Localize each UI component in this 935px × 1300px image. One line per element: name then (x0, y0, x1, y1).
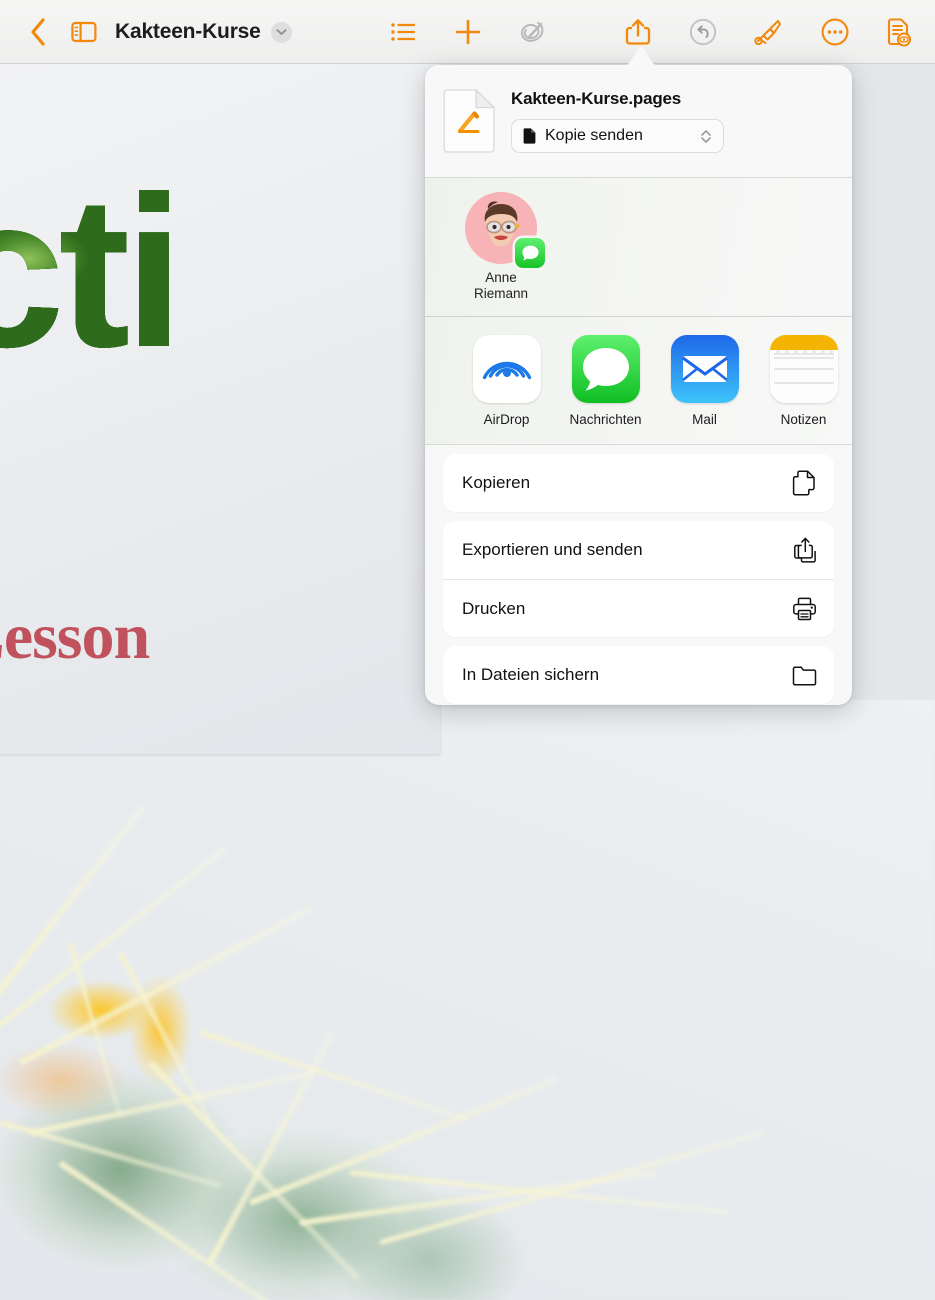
action-label: Kopieren (462, 473, 531, 492)
page-title: Kakteen-Kurse (115, 20, 261, 43)
document-subheadline: e Lesson (0, 600, 150, 673)
bullet-list-icon (391, 23, 416, 41)
share-sheet-popover: Kakteen-Kurse.pages Kopie senden Anne Ri… (425, 65, 852, 705)
popover-arrow (622, 47, 660, 67)
messages-icon (571, 335, 640, 403)
document-icon (523, 128, 536, 144)
folder-icon (791, 662, 817, 688)
action-group: Kopieren (443, 454, 834, 512)
action-row-drucken[interactable]: Drucken (443, 579, 834, 637)
share-up-arrow-icon (625, 19, 651, 45)
action-row-exportieren-und-senden[interactable]: Exportieren und senden (443, 521, 834, 579)
share-app-airdrop[interactable]: AirDrop (457, 335, 556, 427)
share-app-notes[interactable]: Notizen (754, 335, 852, 427)
share-apps-row: AirDrop Nachrichten Mail Notizen (425, 317, 852, 445)
document-eye-icon (887, 18, 911, 47)
share-app-label: Notizen (780, 412, 827, 427)
paintbrush-icon (754, 20, 781, 46)
back-button[interactable] (16, 0, 60, 64)
action-row-in-dateien-sichern[interactable]: In Dateien sichern (443, 646, 834, 704)
airdrop-icon (472, 335, 541, 403)
pages-app-window: cti e Lesson Kakteen-Kurse (0, 0, 935, 1300)
action-row-kopieren[interactable]: Kopieren (443, 454, 834, 512)
document-title-button[interactable]: Kakteen-Kurse (115, 0, 292, 64)
mail-icon (670, 335, 739, 403)
contact-last-name: Riemann (473, 285, 529, 301)
share-sheet-header: Kakteen-Kurse.pages Kopie senden (425, 65, 852, 178)
scribble-pen-icon (520, 22, 544, 42)
document-options-button[interactable] (876, 0, 920, 64)
up-down-chevron-icon (701, 129, 711, 143)
format-button[interactable] (745, 0, 789, 64)
copy-icon (791, 470, 817, 496)
contact-name: Anne Riemann (474, 270, 528, 302)
insert-button[interactable] (446, 0, 490, 64)
action-group: In Dateien sichern (443, 646, 834, 704)
sidebar-toggle-button[interactable] (62, 0, 106, 64)
action-label: Exportieren und senden (462, 540, 643, 559)
printer-icon (791, 596, 817, 622)
send-option-picker[interactable]: Kopie senden (511, 119, 724, 153)
share-app-label: Mail (692, 412, 717, 427)
action-label: In Dateien sichern (462, 665, 600, 684)
export-share-icon (791, 537, 817, 563)
undo-arrow-icon (689, 18, 717, 46)
chevron-down-icon[interactable] (270, 21, 292, 43)
action-label: Drucken (462, 598, 526, 618)
pages-document-icon (443, 89, 495, 153)
sidebar-icon (71, 21, 97, 43)
back-chevron-icon (31, 18, 45, 46)
share-app-label: AirDrop (483, 412, 530, 427)
app-toolbar: Kakteen-Kurse (0, 0, 935, 64)
plus-icon (455, 19, 481, 45)
document-headline: cti (0, 164, 178, 379)
background-cactus-photo (0, 700, 935, 1300)
share-app-label: Nachrichten (569, 412, 642, 427)
contact-suggestion[interactable]: Anne Riemann (453, 192, 549, 302)
action-group: Exportieren und senden Drucken (443, 521, 834, 637)
ellipsis-circle-icon (821, 18, 849, 46)
document-page: cti e Lesson (0, 64, 440, 754)
notes-icon (769, 335, 838, 403)
send-option-label: Kopie senden (545, 127, 643, 144)
list-view-button[interactable] (381, 0, 425, 64)
annotate-button[interactable] (510, 0, 554, 64)
share-contacts-row: Anne Riemann (425, 178, 852, 317)
undo-button[interactable] (681, 0, 725, 64)
share-app-messages[interactable]: Nachrichten (556, 335, 655, 427)
messages-badge-icon (515, 238, 545, 268)
share-file-name: Kakteen-Kurse.pages (511, 89, 682, 108)
more-button[interactable] (813, 0, 857, 64)
contact-first-name: Anne (485, 270, 517, 285)
share-actions-list: Kopieren Exportieren und senden Drucken … (425, 445, 852, 704)
share-app-mail[interactable]: Mail (655, 335, 754, 427)
